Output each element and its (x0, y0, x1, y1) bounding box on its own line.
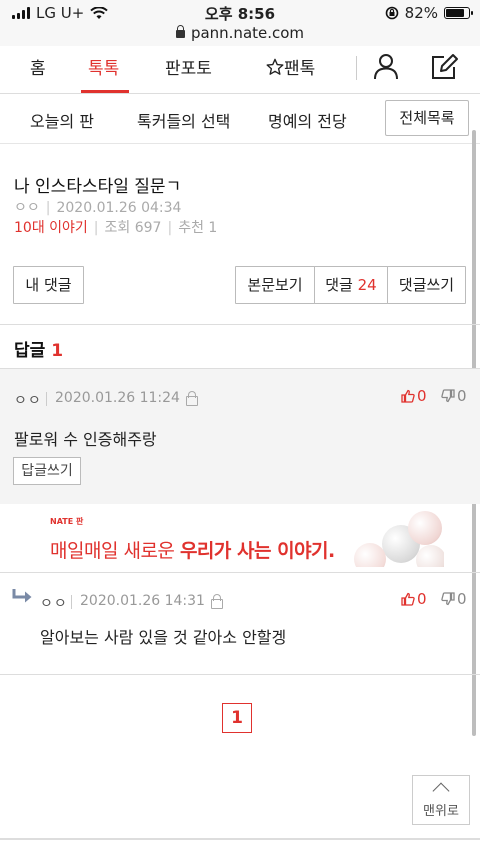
comment-text: 팔로워 수 인증해주랑 (14, 430, 157, 449)
views-count: 697 (134, 220, 162, 236)
lock-icon (175, 25, 185, 38)
thumbs-down-icon (441, 389, 455, 403)
tab-home[interactable]: 홈 (30, 54, 46, 79)
comment-top-divider (0, 368, 480, 369)
tab-toktok[interactable]: 톡톡 (88, 54, 119, 79)
meta-divider (46, 392, 47, 406)
meta-divider (71, 595, 72, 609)
reply-upvote[interactable]: 0 (401, 590, 427, 608)
post-category[interactable]: 10대 이야기 (14, 220, 88, 236)
orientation-lock-icon (385, 6, 398, 20)
post-meta: ㅇㅇ | 2020.01.26 04:34 (14, 200, 182, 216)
comment-downvote[interactable]: 0 (441, 387, 467, 405)
sub-nav: 오늘의 판 톡커들의 선택 명예의 전당 전체목록 (0, 94, 480, 144)
section-divider (0, 324, 480, 325)
subnav-hall-of-fame[interactable]: 명예의 전당 (268, 108, 347, 132)
downvote-count: 0 (457, 590, 467, 608)
replies-heading: 답글 1 (14, 336, 63, 361)
write-comment-button[interactable]: 댓글쓰기 (387, 266, 466, 304)
tab-pann-photo[interactable]: 판포토 (165, 54, 212, 79)
comment-datetime: 2020.01.26 11:24 (55, 390, 180, 406)
user-icon[interactable] (372, 52, 400, 80)
upvote-count: 0 (417, 387, 427, 405)
back-to-top-label: 맨위로 (423, 804, 459, 819)
battery-percent: 82% (404, 4, 438, 22)
post-author[interactable]: ㅇㅇ (14, 200, 40, 216)
reply-author[interactable]: ㅇㅇ (40, 593, 68, 613)
recommend-label: 추천 (178, 220, 204, 236)
upvote-count: 0 (417, 590, 427, 608)
post-stats: 10대 이야기 | 조회 697 | 추천 1 (14, 220, 218, 236)
status-bar: LG U+ 오후 8:56 82% (0, 0, 480, 24)
tab-fantalk-label: 팬톡 (284, 59, 316, 79)
thumbs-up-icon (401, 389, 415, 403)
comment-author[interactable]: ㅇㅇ (14, 390, 42, 410)
view-post-button[interactable]: 본문보기 (235, 266, 315, 304)
tab-fantalk[interactable]: 팬톡 (266, 54, 315, 79)
thumbs-up-icon (401, 592, 415, 606)
comments-button[interactable]: 댓글 24 (314, 266, 388, 304)
reply-arrow-icon (12, 589, 32, 603)
pearl-decoration (354, 543, 386, 567)
lock-icon[interactable] (186, 391, 198, 406)
comments-count: 24 (357, 276, 377, 294)
downvote-count: 0 (457, 387, 467, 405)
comment-upvote[interactable]: 0 (401, 387, 427, 405)
pearl-decoration (416, 545, 444, 567)
all-list-button[interactable]: 전체목록 (385, 100, 469, 136)
lock-icon[interactable] (211, 594, 223, 609)
reply-bottom-divider (0, 674, 480, 675)
page-current[interactable]: 1 (222, 703, 252, 733)
ad-brand: NATE 판 (50, 517, 84, 526)
chevron-up-icon (432, 782, 450, 800)
post-datetime: 2020.01.26 04:34 (56, 200, 182, 216)
recommend-count: 1 (208, 220, 218, 236)
battery-icon (444, 7, 473, 19)
status-right: 82% (385, 4, 473, 22)
post-title: 나 인스타스타일 질문ㄱ (14, 177, 182, 197)
top-nav: 홈 톡톡 판포토 팬톡 (0, 46, 480, 94)
ad-banner[interactable]: NATE 판 매일매일 새로운 우리가 사는 이야기. (36, 507, 444, 567)
replies-count: 1 (51, 341, 64, 361)
reply-write-button[interactable]: 답글쓰기 (13, 457, 81, 485)
subnav-today[interactable]: 오늘의 판 (30, 108, 94, 132)
views-label: 조회 (104, 220, 131, 236)
nav-divider (356, 56, 357, 80)
star-icon (266, 58, 284, 75)
url-bar[interactable]: pann.nate.com (0, 24, 480, 46)
url-text: pann.nate.com (190, 24, 305, 42)
thumbs-down-icon (441, 592, 455, 606)
comments-label: 댓글 (325, 276, 353, 294)
reply-text: 알아보는 사람 있을 것 같아소 안할겡 (40, 628, 287, 647)
my-comments-button[interactable]: 내 댓글 (13, 266, 84, 304)
ad-bottom-divider (0, 572, 480, 573)
active-tab-indicator (81, 90, 129, 93)
pearl-decoration (408, 511, 442, 545)
ad-text: 매일매일 새로운 우리가 사는 이야기. (50, 536, 335, 563)
write-icon[interactable] (429, 52, 459, 82)
subnav-talker-choice[interactable]: 톡커들의 선택 (137, 108, 230, 132)
ad-text-bold: 우리가 사는 이야기. (179, 540, 335, 562)
reply-datetime: 2020.01.26 14:31 (80, 593, 205, 609)
replies-label: 답글 (14, 341, 46, 361)
back-to-top-button[interactable]: 맨위로 (412, 775, 470, 825)
footer-divider (0, 838, 480, 840)
reply-downvote[interactable]: 0 (441, 590, 467, 608)
ad-text-normal: 매일매일 새로운 (50, 540, 180, 562)
